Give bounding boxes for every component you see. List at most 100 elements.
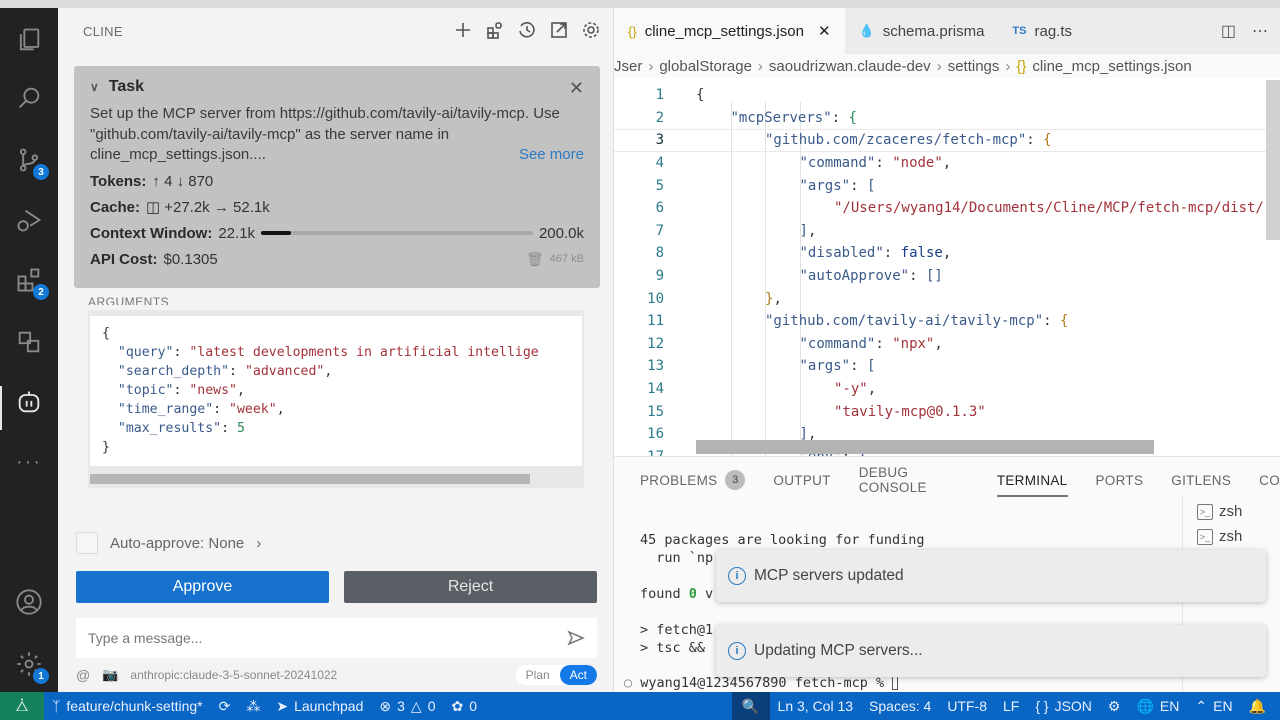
code-line[interactable]: 12 "command": "npx", [614, 333, 1280, 356]
code-line[interactable]: 10}, [614, 287, 1280, 310]
task-header[interactable]: ∨ Task [90, 78, 584, 96]
send-icon[interactable] [567, 629, 585, 647]
code-line[interactable]: 15 "tavily-mcp@0.1.3" [614, 400, 1280, 423]
launchpad-label: Launchpad [294, 698, 364, 714]
at-mention-icon[interactable]: @ [76, 667, 90, 683]
robot-icon[interactable] [13, 386, 45, 418]
breadcrumb-separator: › [757, 57, 763, 75]
code-line[interactable]: 2 "mcpServers": { [614, 107, 1280, 130]
approve-button[interactable]: Approve [76, 571, 329, 603]
notifications-bell-icon[interactable]: 🔔 [1241, 698, 1280, 715]
panel-tab-problems[interactable]: PROBLEMS 3 [640, 467, 746, 493]
chevron-right-icon[interactable]: › [256, 535, 261, 552]
panel-tab-co[interactable]: CO [1259, 467, 1280, 493]
problems-indicator[interactable]: ⊗ 3 △ 0 [371, 698, 443, 715]
trash-icon[interactable]: 🗑 [526, 249, 544, 270]
chevron-down-icon[interactable]: ∨ [90, 80, 99, 94]
run-debug-icon[interactable] [13, 204, 45, 236]
history-icon[interactable] [517, 20, 537, 40]
cursor-position[interactable]: Ln 3, Col 13 [770, 698, 862, 714]
notification-toast[interactable]: i MCP servers updated [716, 550, 1266, 602]
panel-tab-debug-console[interactable]: DEBUG CONSOLE [859, 465, 969, 495]
breadcrumb-item[interactable]: globalStorage [659, 58, 752, 75]
task-description-text: Set up the MCP server from https://githu… [90, 105, 560, 163]
terminal-icon: >_ [1197, 503, 1213, 520]
panel-tab-terminal[interactable]: TERMINAL [996, 467, 1068, 497]
language-mode[interactable]: { } JSON [1027, 698, 1100, 714]
language-indicator-2[interactable]: ⌃ EN [1187, 698, 1240, 715]
code-line[interactable]: 14 "-y", [614, 378, 1280, 401]
panel-tab-output[interactable]: OUTPUT [773, 467, 830, 493]
code-editor[interactable]: 1{2 "mcpServers": {3 "github.com/zcaceres/… [614, 80, 1280, 456]
terminal-item[interactable]: >_ zsh [1183, 497, 1280, 522]
mcp-servers-icon[interactable] [485, 20, 505, 40]
code-line[interactable]: 8 "disabled": false, [614, 242, 1280, 265]
code-line[interactable]: 7], [614, 220, 1280, 243]
message-input[interactable]: Type a message... [76, 618, 597, 658]
tab-schema-prisma[interactable]: 💧 schema.prisma [845, 8, 999, 54]
ports-indicator[interactable]: ✿ 0 [443, 698, 485, 715]
breadcrumb-item[interactable]: Jser [614, 58, 642, 75]
database-icon: ◫ [146, 198, 161, 216]
code-line[interactable]: 9 "autoApprove": [] [614, 265, 1280, 288]
breadcrumb-item[interactable]: settings [948, 58, 1000, 75]
indentation[interactable]: Spaces: 4 [861, 698, 939, 714]
files-icon[interactable] [13, 24, 45, 56]
code-line[interactable]: 3 "github.com/zcaceres/fetch-mcp": { [614, 129, 1280, 152]
sync-icon[interactable]: ⟳ [211, 698, 239, 715]
line-number: 4 [655, 155, 664, 172]
code-line[interactable]: 4 "command": "node", [614, 152, 1280, 175]
close-tab-icon[interactable]: ✕ [818, 22, 831, 40]
json-icon: {} [1016, 57, 1027, 75]
gitlens-icon[interactable]: ⁂ [238, 698, 268, 715]
auto-approve-row[interactable]: Auto-approve: None › [76, 532, 261, 554]
gear-icon[interactable]: 1 [13, 648, 49, 684]
breadcrumb-item[interactable]: saoudrizwan.claude-dev [769, 58, 931, 75]
more-actions-icon[interactable]: ⋯ [1252, 21, 1268, 41]
search-icon[interactable]: 🔍 [731, 692, 770, 720]
editor-horizontal-scrollbar[interactable] [696, 440, 1154, 454]
camera-icon[interactable]: 📷 [102, 667, 118, 683]
translate-icon[interactable] [13, 326, 45, 358]
terminal-prompt[interactable]: ○ wyang14@1234567890 fetch-mcp % [624, 675, 899, 691]
close-icon[interactable]: ✕ [569, 78, 584, 99]
panel-tab-label: PROBLEMS [640, 472, 718, 488]
code-line[interactable]: 11 "github.com/tavily-ai/tavily-mcp": { [614, 310, 1280, 333]
plus-icon[interactable] [453, 20, 473, 40]
code-line[interactable]: 5 "args": [ [614, 174, 1280, 197]
encoding[interactable]: UTF-8 [939, 698, 995, 714]
settings-icon[interactable] [581, 20, 601, 40]
breadcrumb-item[interactable]: cline_mcp_settings.json [1032, 58, 1191, 75]
line-ending[interactable]: LF [995, 698, 1027, 714]
notification-toast[interactable]: i Updating MCP servers... [716, 625, 1266, 677]
reject-button[interactable]: Reject [344, 571, 597, 603]
search-icon[interactable] [13, 82, 45, 114]
launchpad-button[interactable]: ➤ Launchpad [268, 698, 371, 715]
arguments-scrollbar[interactable] [90, 474, 530, 484]
split-editor-icon[interactable]: ◫ [1221, 21, 1236, 41]
account-icon[interactable] [13, 586, 45, 618]
panel-tab-gitlens[interactable]: GITLENS [1171, 467, 1231, 493]
popout-icon[interactable] [549, 20, 569, 40]
branch-indicator[interactable]: ᛉ feature/chunk-setting* [44, 698, 211, 714]
panel-tab-ports[interactable]: PORTS [1096, 467, 1144, 493]
code-line[interactable]: 13 "args": [ [614, 355, 1280, 378]
copilot-icon[interactable]: ⚙ [1100, 698, 1129, 715]
language-indicator-1[interactable]: 🌐 EN [1128, 698, 1187, 715]
model-selector[interactable]: anthropic:claude-3-5-sonnet-20241022 [130, 668, 337, 682]
source-control-icon[interactable]: 3 [13, 144, 49, 180]
plan-act-toggle[interactable]: Plan Act [515, 665, 597, 685]
tab-cline-mcp-settings[interactable]: {} cline_mcp_settings.json ✕ [614, 8, 845, 54]
code-line[interactable]: 1{ [614, 84, 1280, 107]
ellipsis-icon[interactable]: ··· [13, 446, 45, 478]
tab-rag-ts[interactable]: TS rag.ts [998, 8, 1086, 54]
extensions-icon[interactable]: 2 [13, 264, 49, 300]
plan-option[interactable]: Plan [516, 665, 560, 685]
terminal-item[interactable]: >_ zsh [1183, 522, 1280, 547]
auto-approve-checkbox[interactable] [76, 532, 98, 554]
act-option[interactable]: Act [559, 665, 597, 685]
code-line[interactable]: 6 "/Users/wyang14/Documents/Cline/MCP/fet… [614, 197, 1280, 220]
editor-vertical-scrollbar[interactable] [1266, 80, 1280, 240]
see-more-link[interactable]: See more [519, 145, 584, 166]
remote-icon[interactable]: ⧊ [0, 692, 44, 720]
